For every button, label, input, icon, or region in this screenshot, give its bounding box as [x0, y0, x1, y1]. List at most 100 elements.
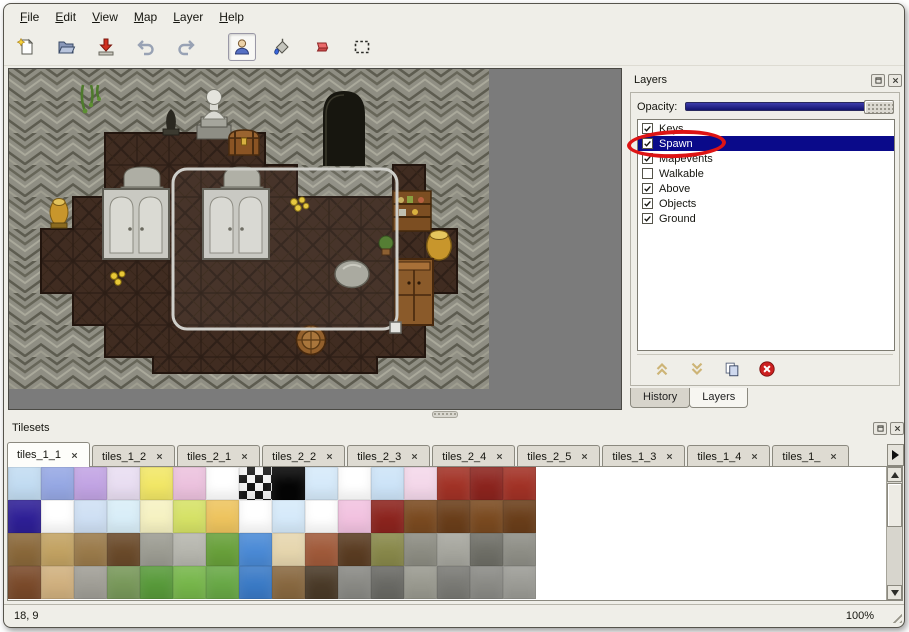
tileset-tile-1-13[interactable]	[437, 500, 470, 533]
tileset-tile-1-14[interactable]	[470, 500, 503, 533]
tileset-tab-tiles_1_3[interactable]: tiles_1_3	[602, 445, 685, 467]
tileset-tile-3-6[interactable]	[206, 566, 239, 599]
tileset-tile-3-11[interactable]	[371, 566, 404, 599]
layer-row-walkable[interactable]: Walkable	[638, 166, 894, 181]
tileset-tile-1-6[interactable]	[206, 500, 239, 533]
tileset-tile-2-8[interactable]	[272, 533, 305, 566]
tileset-tile-1-12[interactable]	[404, 500, 437, 533]
tileset-tile-0-8[interactable]	[272, 467, 305, 500]
tileset-tile-1-10[interactable]	[338, 500, 371, 533]
select-tool-button[interactable]	[348, 33, 376, 61]
tab-close-icon[interactable]	[828, 451, 839, 462]
tileset-tab-tiles_1_2[interactable]: tiles_1_2	[92, 445, 175, 467]
menu-item-file[interactable]: File	[12, 7, 47, 27]
redo-button[interactable]	[172, 33, 200, 61]
menu-item-map[interactable]: Map	[126, 7, 165, 27]
eraser-tool-button[interactable]	[308, 33, 336, 61]
resize-grip[interactable]	[889, 610, 902, 623]
tileset-tile-3-15[interactable]	[503, 566, 536, 599]
layer-checkbox-ground[interactable]	[642, 213, 653, 224]
tileset-tile-3-3[interactable]	[107, 566, 140, 599]
tileset-tile-3-4[interactable]	[140, 566, 173, 599]
tileset-scrollbar[interactable]	[886, 467, 902, 600]
tileset-tile-1-7[interactable]	[239, 500, 272, 533]
panel-tab-layers[interactable]: Layers	[689, 388, 748, 408]
tileset-tile-1-4[interactable]	[140, 500, 173, 533]
stamp-tool-button[interactable]	[228, 33, 256, 61]
fill-tool-button[interactable]	[268, 33, 296, 61]
tileset-tab-tiles_1_1[interactable]: tiles_1_1	[7, 442, 90, 467]
tab-close-icon[interactable]	[69, 450, 80, 461]
tileset-tile-1-9[interactable]	[305, 500, 338, 533]
layer-checkbox-above[interactable]	[642, 183, 653, 194]
tileset-tab-tiles_2_5[interactable]: tiles_2_5	[517, 445, 600, 467]
tileset-tile-2-10[interactable]	[338, 533, 371, 566]
tileset-tile-2-3[interactable]	[107, 533, 140, 566]
tileset-tile-3-5[interactable]	[173, 566, 206, 599]
save-button[interactable]	[92, 33, 120, 61]
tileset-tile-1-3[interactable]	[107, 500, 140, 533]
layer-row-objects[interactable]: Objects	[638, 196, 894, 211]
tileset-tile-2-12[interactable]	[404, 533, 437, 566]
tileset-tab-tiles_1_[interactable]: tiles_1_	[772, 445, 849, 467]
menu-item-edit[interactable]: Edit	[47, 7, 84, 27]
tileset-tile-3-1[interactable]	[41, 566, 74, 599]
tileset-tile-0-11[interactable]	[371, 467, 404, 500]
tileset-tile-2-6[interactable]	[206, 533, 239, 566]
tileset-tile-1-8[interactable]	[272, 500, 305, 533]
layer-row-above[interactable]: Above	[638, 181, 894, 196]
scrollbar-thumb[interactable]	[887, 483, 902, 527]
tileset-tile-2-7[interactable]	[239, 533, 272, 566]
layers-close-button[interactable]	[888, 74, 902, 87]
map-viewport[interactable]	[8, 68, 622, 410]
layer-checkbox-objects[interactable]	[642, 198, 653, 209]
opacity-slider-track[interactable]	[685, 102, 893, 111]
tileset-tile-0-6[interactable]	[206, 467, 239, 500]
tab-close-icon[interactable]	[664, 451, 675, 462]
tileset-tile-2-1[interactable]	[41, 533, 74, 566]
tileset-tile-3-8[interactable]	[272, 566, 305, 599]
tileset-tile-0-7[interactable]	[239, 467, 272, 500]
tile-palette[interactable]	[8, 467, 536, 599]
selection-rectangle[interactable]	[173, 169, 397, 329]
layer-checkbox-spawn[interactable]	[642, 138, 653, 149]
layer-row-ground[interactable]: Ground	[638, 211, 894, 226]
tab-close-icon[interactable]	[154, 451, 165, 462]
tileset-tile-0-13[interactable]	[437, 467, 470, 500]
tileset-tile-3-12[interactable]	[404, 566, 437, 599]
tileset-tab-tiles_2_3[interactable]: tiles_2_3	[347, 445, 430, 467]
splitter-handle[interactable]	[432, 411, 458, 418]
tileset-tile-3-7[interactable]	[239, 566, 272, 599]
tileset-tile-2-2[interactable]	[74, 533, 107, 566]
tileset-tile-0-1[interactable]	[41, 467, 74, 500]
layer-checkbox-keys[interactable]	[642, 123, 653, 134]
menu-item-help[interactable]: Help	[211, 7, 252, 27]
tab-close-icon[interactable]	[579, 451, 590, 462]
layer-checkbox-walkable[interactable]	[642, 168, 653, 179]
tab-close-icon[interactable]	[324, 451, 335, 462]
move-up-button[interactable]	[651, 358, 673, 380]
panel-tab-history[interactable]: History	[630, 388, 690, 408]
tileset-tile-2-14[interactable]	[470, 533, 503, 566]
opacity-slider[interactable]	[685, 100, 893, 114]
tileset-view[interactable]	[7, 466, 903, 601]
tileset-tile-0-2[interactable]	[74, 467, 107, 500]
scroll-down-button[interactable]	[887, 585, 902, 600]
tileset-tab-tiles_2_1[interactable]: tiles_2_1	[177, 445, 260, 467]
tileset-tile-0-4[interactable]	[140, 467, 173, 500]
tileset-tile-3-2[interactable]	[74, 566, 107, 599]
scroll-up-button[interactable]	[887, 467, 902, 482]
tileset-tile-3-14[interactable]	[470, 566, 503, 599]
tileset-tile-2-15[interactable]	[503, 533, 536, 566]
menu-item-layer[interactable]: Layer	[165, 7, 211, 27]
new-button[interactable]	[12, 33, 40, 61]
tileset-tile-3-9[interactable]	[305, 566, 338, 599]
tileset-tab-tiles_1_4[interactable]: tiles_1_4	[687, 445, 770, 467]
tileset-tile-0-9[interactable]	[305, 467, 338, 500]
tileset-tile-0-0[interactable]	[8, 467, 41, 500]
tileset-tile-3-10[interactable]	[338, 566, 371, 599]
delete-button[interactable]	[756, 358, 778, 380]
tab-close-icon[interactable]	[749, 451, 760, 462]
tileset-tile-1-2[interactable]	[74, 500, 107, 533]
tileset-tile-2-9[interactable]	[305, 533, 338, 566]
